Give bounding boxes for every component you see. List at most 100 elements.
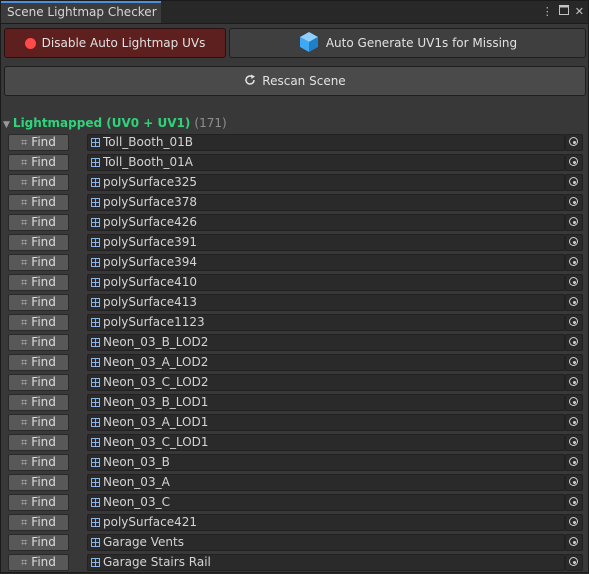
find-button[interactable]: ⌗ Find (8, 514, 69, 531)
find-icon: ⌗ (21, 456, 28, 469)
object-name: polySurface426 (103, 215, 198, 229)
find-button[interactable]: ⌗ Find (8, 274, 69, 291)
list-item: ⌗ Find Neon_03_C (5, 493, 585, 512)
find-button[interactable]: ⌗ Find (8, 174, 69, 191)
object-picker-icon[interactable] (565, 554, 583, 571)
rescan-scene-button[interactable]: Rescan Scene (4, 66, 586, 96)
auto-generate-uv1s-button[interactable]: Auto Generate UV1s for Missing (229, 28, 586, 58)
status-dot-icon (24, 37, 36, 49)
kebab-icon[interactable]: ⋮ (542, 3, 553, 21)
object-picker-icon[interactable] (565, 254, 583, 271)
object-field[interactable]: polySurface391 (87, 234, 565, 251)
find-button[interactable]: ⌗ Find (8, 474, 69, 491)
list-item: ⌗ Find Garage Vents (5, 533, 585, 552)
object-field[interactable]: polySurface378 (87, 194, 565, 211)
find-icon: ⌗ (21, 236, 28, 249)
mesh-icon (91, 178, 100, 187)
find-button[interactable]: ⌗ Find (8, 194, 69, 211)
object-field[interactable]: Neon_03_B_LOD2 (87, 334, 565, 351)
object-field[interactable]: polySurface410 (87, 274, 565, 291)
object-field[interactable]: Neon_03_A (87, 474, 565, 491)
find-button[interactable]: ⌗ Find (8, 154, 69, 171)
find-button[interactable]: ⌗ Find (8, 374, 69, 391)
object-field[interactable]: polySurface413 (87, 294, 565, 311)
object-name: Neon_03_B (103, 455, 170, 469)
find-button[interactable]: ⌗ Find (8, 234, 69, 251)
find-button[interactable]: ⌗ Find (8, 134, 69, 151)
find-button-label: Find (31, 195, 56, 209)
object-field[interactable]: Neon_03_B (87, 454, 565, 471)
object-field[interactable]: Neon_03_A_LOD1 (87, 414, 565, 431)
maximize-icon[interactable] (558, 3, 569, 21)
object-field[interactable]: Neon_03_C_LOD2 (87, 374, 565, 391)
section-header-lightmapped[interactable]: ▼ Lightmapped (UV0 + UV1) (171) (3, 115, 227, 131)
tab-scene-lightmap-checker[interactable]: Scene Lightmap Checker (1, 1, 161, 23)
object-name: polySurface378 (103, 195, 198, 209)
object-picker-icon[interactable] (565, 374, 583, 391)
object-picker-icon[interactable] (565, 174, 583, 191)
object-field[interactable]: Toll_Booth_01A (87, 154, 565, 171)
object-picker-icon[interactable] (565, 394, 583, 411)
object-picker-icon[interactable] (565, 274, 583, 291)
object-picker-icon[interactable] (565, 154, 583, 171)
object-name: polySurface410 (103, 275, 198, 289)
find-button[interactable]: ⌗ Find (8, 454, 69, 471)
find-button-label: Find (31, 475, 56, 489)
object-picker-icon[interactable] (565, 534, 583, 551)
mesh-icon (91, 398, 100, 407)
object-picker-icon[interactable] (565, 354, 583, 371)
object-picker-icon[interactable] (565, 454, 583, 471)
object-name: Neon_03_A_LOD1 (103, 415, 209, 429)
object-field[interactable]: Toll_Booth_01B (87, 134, 565, 151)
object-field[interactable]: polySurface325 (87, 174, 565, 191)
object-name: Neon_03_C_LOD1 (103, 435, 209, 449)
find-button[interactable]: ⌗ Find (8, 254, 69, 271)
object-picker-icon[interactable] (565, 194, 583, 211)
close-icon[interactable]: ✕ (575, 3, 584, 21)
object-picker-icon[interactable] (565, 334, 583, 351)
find-button[interactable]: ⌗ Find (8, 294, 69, 311)
foldout-arrow-icon[interactable]: ▼ (3, 120, 10, 130)
object-field[interactable]: Garage Stairs Rail (87, 554, 565, 571)
find-button[interactable]: ⌗ Find (8, 354, 69, 371)
find-button[interactable]: ⌗ Find (8, 414, 69, 431)
object-picker-icon[interactable] (565, 294, 583, 311)
find-button[interactable]: ⌗ Find (8, 534, 69, 551)
find-button[interactable]: ⌗ Find (8, 214, 69, 231)
mesh-icon (91, 338, 100, 347)
mesh-icon (91, 138, 100, 147)
disable-auto-lightmap-uvs-button[interactable]: Disable Auto Lightmap UVs (4, 28, 226, 58)
object-field[interactable]: polySurface394 (87, 254, 565, 271)
object-field[interactable]: Garage Vents (87, 534, 565, 551)
object-field[interactable]: polySurface1123 (87, 314, 565, 331)
find-button[interactable]: ⌗ Find (8, 434, 69, 451)
find-button-label: Find (31, 515, 56, 529)
list-item: ⌗ Find Toll_Booth_01A (5, 153, 585, 172)
object-name: polySurface394 (103, 255, 198, 269)
object-picker-icon[interactable] (565, 434, 583, 451)
find-button[interactable]: ⌗ Find (8, 494, 69, 511)
object-field[interactable]: polySurface426 (87, 214, 565, 231)
object-picker-icon[interactable] (565, 474, 583, 491)
object-picker-icon[interactable] (565, 514, 583, 531)
object-name: Garage Stairs Rail (103, 555, 211, 569)
mesh-icon (91, 198, 100, 207)
object-field[interactable]: Neon_03_B_LOD1 (87, 394, 565, 411)
object-field[interactable]: Neon_03_C (87, 494, 565, 511)
find-button[interactable]: ⌗ Find (8, 394, 69, 411)
object-field[interactable]: Neon_03_C_LOD1 (87, 434, 565, 451)
object-field[interactable]: polySurface421 (87, 514, 565, 531)
find-button[interactable]: ⌗ Find (8, 334, 69, 351)
object-picker-icon[interactable] (565, 214, 583, 231)
find-button[interactable]: ⌗ Find (8, 554, 69, 571)
object-picker-icon[interactable] (565, 314, 583, 331)
find-button-label: Find (31, 175, 56, 189)
object-field[interactable]: Neon_03_A_LOD2 (87, 354, 565, 371)
object-picker-icon[interactable] (565, 414, 583, 431)
find-icon: ⌗ (21, 436, 28, 449)
object-picker-icon[interactable] (565, 134, 583, 151)
find-button[interactable]: ⌗ Find (8, 314, 69, 331)
object-picker-icon[interactable] (565, 234, 583, 251)
object-picker-icon[interactable] (565, 494, 583, 511)
find-icon: ⌗ (21, 136, 28, 149)
